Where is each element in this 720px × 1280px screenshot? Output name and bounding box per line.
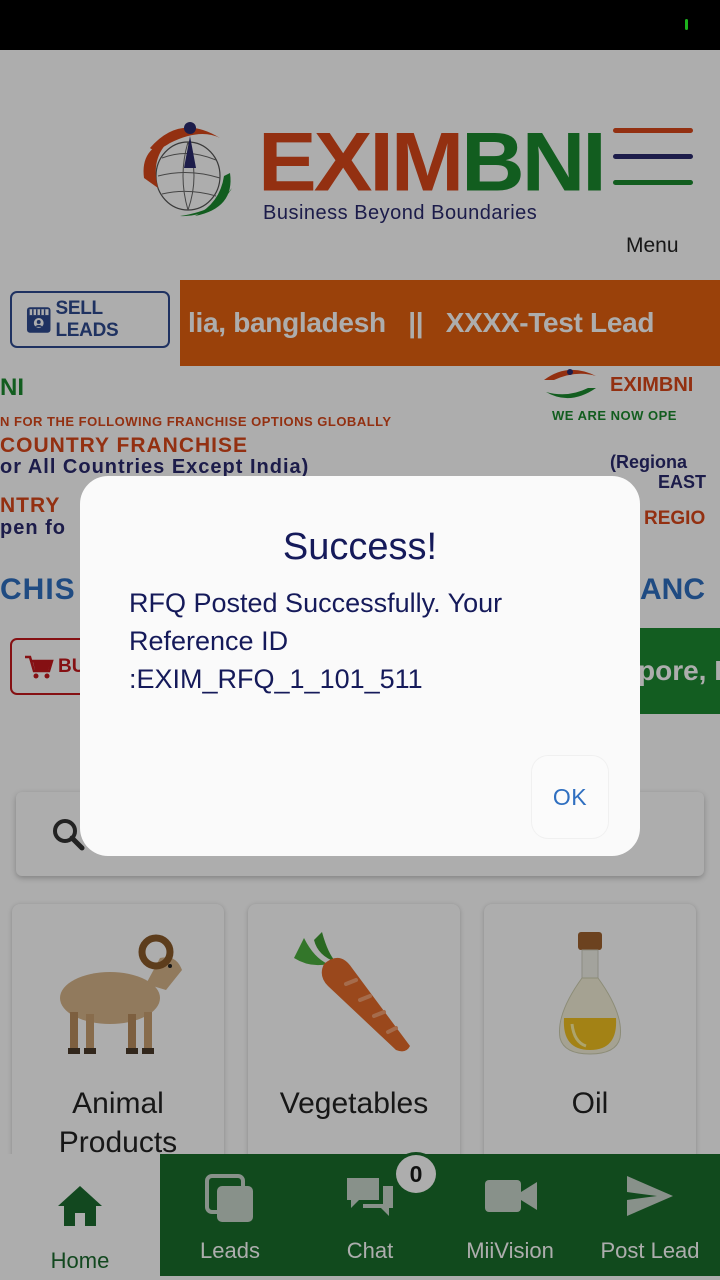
dialog-message: RFQ Posted Successfully. Your Reference … [129, 588, 503, 694]
ok-button[interactable]: OK [532, 756, 608, 838]
status-indicator-icon [685, 19, 688, 30]
dialog-title: Success! [282, 526, 438, 568]
success-dialog: Success! RFQ Posted Successfully. Your R… [80, 476, 640, 856]
status-bar [0, 0, 720, 50]
